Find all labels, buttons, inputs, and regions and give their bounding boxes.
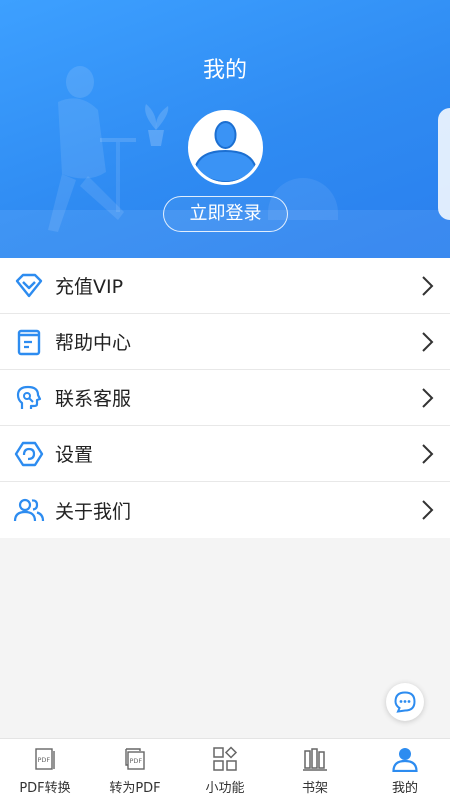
chevron-right-icon — [422, 388, 434, 408]
tab-label: 小功能 — [205, 781, 245, 796]
chat-bubble-icon — [394, 691, 416, 713]
tab-to-pdf[interactable]: PDF 转为PDF — [90, 739, 180, 800]
svg-text:PDF: PDF — [130, 757, 143, 765]
tab-label: 书架 — [301, 781, 328, 796]
bottom-tab-bar: PDF PDF转换 PDF 转为PDF 小功能 书架 我的 — [0, 738, 450, 800]
apps-grid-icon — [211, 745, 239, 773]
users-icon — [13, 494, 45, 526]
page-title: 我的 — [202, 58, 247, 83]
menu-item-label: 联系客服 — [55, 388, 132, 410]
menu-item-vip[interactable]: 充值VIP — [0, 258, 450, 314]
bookshelf-icon — [301, 745, 329, 773]
plant-illustration — [145, 104, 169, 146]
pdf-file-icon: PDF — [31, 745, 59, 773]
menu-item-about[interactable]: 关于我们 — [0, 482, 450, 538]
chevron-right-icon — [422, 444, 434, 464]
user-profile-icon — [391, 745, 419, 773]
tab-bookshelf[interactable]: 书架 — [270, 739, 360, 800]
tab-small-features[interactable]: 小功能 — [180, 739, 270, 800]
avatar[interactable] — [188, 110, 263, 185]
chevron-right-icon — [422, 332, 434, 352]
profile-header: 我的 立即登录 — [0, 0, 450, 258]
menu-item-label: 关于我们 — [55, 500, 132, 523]
settings-menu: 充值VIP 帮助中心 联系客服 设置 关于我们 — [0, 258, 450, 538]
reading-person-illustration — [48, 66, 136, 232]
side-pull-tab[interactable] — [438, 108, 450, 220]
tab-label: PDF转换 — [19, 781, 71, 796]
menu-item-label: 充值VIP — [55, 276, 124, 298]
menu-item-label: 帮助中心 — [55, 332, 132, 354]
chevron-right-icon — [422, 500, 434, 520]
floating-chat-button[interactable] — [386, 683, 424, 721]
tab-mine[interactable]: 我的 — [360, 739, 450, 800]
menu-item-help[interactable]: 帮助中心 — [0, 314, 450, 370]
diamond-icon — [13, 270, 45, 302]
to-pdf-icon: PDF — [121, 745, 149, 773]
svg-text:PDF: PDF — [38, 756, 51, 764]
help-book-icon — [13, 326, 45, 358]
tab-label: 转为PDF — [109, 781, 161, 796]
default-avatar-icon — [191, 113, 260, 182]
settings-gear-icon — [13, 438, 45, 470]
customer-service-icon — [13, 382, 45, 414]
tab-label: 我的 — [391, 781, 418, 796]
menu-item-customer-service[interactable]: 联系客服 — [0, 370, 450, 426]
tab-pdf-convert[interactable]: PDF PDF转换 — [0, 739, 90, 800]
menu-item-settings[interactable]: 设置 — [0, 426, 450, 482]
chevron-right-icon — [422, 276, 434, 296]
login-button[interactable]: 立即登录 — [163, 196, 288, 232]
menu-item-label: 设置 — [55, 444, 94, 466]
